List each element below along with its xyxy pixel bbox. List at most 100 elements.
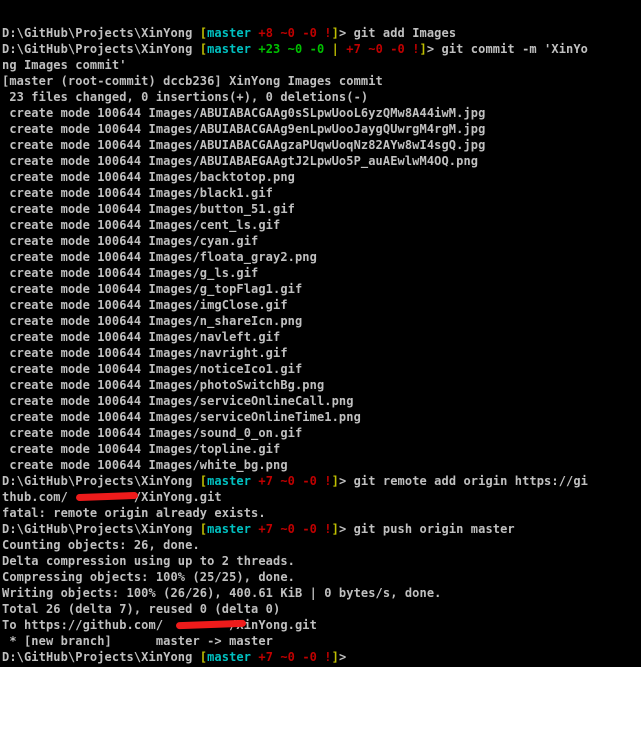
console-line: Delta compression using up to 2 threads. <box>2 553 641 569</box>
console-text-segment: create mode 100644 Images/ABUIABAEGAAgtJ… <box>2 154 479 168</box>
console-line: create mode 100644 Images/cyan.gif <box>2 233 641 249</box>
console-text-segment: [ <box>199 26 208 40</box>
console-text-segment: ] <box>331 522 339 536</box>
console-line: create mode 100644 Images/ABUIABAEGAAgtJ… <box>2 153 641 169</box>
console-line: create mode 100644 Images/imgClose.gif <box>2 297 641 313</box>
console-text-segment: > git remote add origin https://gi <box>338 474 588 488</box>
console-text-segment: +23 ~0 -0 <box>258 42 332 56</box>
console-line: create mode 100644 Images/n_shareIcn.png <box>2 313 641 329</box>
console-text-segment: fatal: remote origin already exists. <box>2 506 266 520</box>
console-text-segment: Writing objects: 100% (26/26), 400.61 Ki… <box>2 586 442 600</box>
console-text-segment: master <box>207 522 259 536</box>
console-line: create mode 100644 Images/white_bg.png <box>2 457 641 473</box>
console-text-segment: ! <box>324 26 332 40</box>
console-window[interactable]: D:\GitHub\Projects\XinYong [master +8 ~0… <box>0 0 641 735</box>
console-text-segment: create mode 100644 Images/ABUIABACGAAg9e… <box>2 122 486 136</box>
console-line: ng Images commit' <box>2 57 641 73</box>
console-text-segment: ] <box>419 42 427 56</box>
console-text-segment: +7 ~0 -0 ! <box>258 474 332 488</box>
console-text-segment: create mode 100644 Images/noticeIco1.gif <box>2 362 303 376</box>
console-text-segment: [master (root-commit) dccb236] XinYong I… <box>2 74 383 88</box>
console-text-segment: create mode 100644 Images/backtotop.png <box>2 170 295 184</box>
console-text-segment: Counting objects: 26, done. <box>2 538 200 552</box>
console-line: Total 26 (delta 7), reused 0 (delta 0) <box>2 601 641 617</box>
console-text-segment: [ <box>199 650 208 664</box>
console-text-segment: master <box>207 26 259 40</box>
console-line: create mode 100644 Images/serviceOnlineC… <box>2 393 641 409</box>
console-text-segment: create mode 100644 Images/navleft.gif <box>2 330 281 344</box>
console-line: D:\GitHub\Projects\XinYong [master +7 ~0… <box>2 473 641 489</box>
console-text-segment: create mode 100644 Images/ABUIABACGAAgza… <box>2 138 486 152</box>
console-text-segment: master <box>207 474 259 488</box>
console-text-segment: create mode 100644 Images/navright.gif <box>2 346 288 360</box>
console-line: create mode 100644 Images/black1.gif <box>2 185 641 201</box>
console-text-segment: [ <box>199 474 208 488</box>
console-text-segment: create mode 100644 Images/cent_ls.gif <box>2 218 281 232</box>
console-text-segment: Total 26 (delta 7), reused 0 (delta 0) <box>2 602 281 616</box>
console-line: Counting objects: 26, done. <box>2 537 641 553</box>
console-text-segment: ng Images commit' <box>2 58 127 72</box>
console-text-segment: Compressing objects: 100% (25/25), done. <box>2 570 295 584</box>
console-line: create mode 100644 Images/topline.gif <box>2 441 641 457</box>
console-text-segment: create mode 100644 Images/photoSwitchBg.… <box>2 378 325 392</box>
console-text-segment: D:\GitHub\Projects\XinYong <box>2 522 200 536</box>
console-text-segment: 23 files changed, 0 insertions(+), 0 del… <box>2 90 369 104</box>
console-text-segment: ] <box>331 474 339 488</box>
console-text-segment: > git push origin master <box>338 522 515 536</box>
console-line: create mode 100644 Images/floata_gray2.p… <box>2 249 641 265</box>
console-text-segment: create mode 100644 Images/ABUIABACGAAg0s… <box>2 106 486 120</box>
console-line: create mode 100644 Images/cent_ls.gif <box>2 217 641 233</box>
console-line: * [new branch] master -> master <box>2 633 641 649</box>
console-text-segment: | <box>331 42 347 56</box>
console-line: create mode 100644 Images/backtotop.png <box>2 169 641 185</box>
console-text-segment: D:\GitHub\Projects\XinYong <box>2 42 200 56</box>
console-line: fatal: remote origin already exists. <box>2 505 641 521</box>
console-line: create mode 100644 Images/photoSwitchBg.… <box>2 377 641 393</box>
console-text-segment: ] <box>331 26 339 40</box>
console-text-segment: create mode 100644 Images/floata_gray2.p… <box>2 250 317 264</box>
console-text-segment: create mode 100644 Images/button_51.gif <box>2 202 295 216</box>
console-line: To https://github.com/ /XinYong.git <box>2 617 641 633</box>
console-text-segment: create mode 100644 Images/imgClose.gif <box>2 298 288 312</box>
console-text-segment: create mode 100644 Images/n_shareIcn.png <box>2 314 303 328</box>
console-text-segment: +7 ~0 -0 ! <box>346 42 420 56</box>
console-text-segment: > git add Images <box>338 26 457 40</box>
console-output[interactable]: D:\GitHub\Projects\XinYong [master +8 ~0… <box>2 25 641 665</box>
console-line: create mode 100644 Images/navleft.gif <box>2 329 641 345</box>
console-line: create mode 100644 Images/ABUIABACGAAgza… <box>2 137 641 153</box>
console-line: create mode 100644 Images/ABUIABACGAAg9e… <box>2 121 641 137</box>
console-line: Compressing objects: 100% (25/25), done. <box>2 569 641 585</box>
console-line: 23 files changed, 0 insertions(+), 0 del… <box>2 89 641 105</box>
console-text-segment: create mode 100644 Images/g_topFlag1.gif <box>2 282 303 296</box>
empty-console-area <box>0 667 641 735</box>
console-text-segment: create mode 100644 Images/white_bg.png <box>2 458 288 472</box>
console-text-segment: create mode 100644 Images/g_ls.gif <box>2 266 259 280</box>
console-line: D:\GitHub\Projects\XinYong [master +8 ~0… <box>2 25 641 41</box>
console-text-segment: D:\GitHub\Projects\XinYong <box>2 474 200 488</box>
console-line: Writing objects: 100% (26/26), 400.61 Ki… <box>2 585 641 601</box>
console-text-segment: * [new branch] master -> master <box>2 634 274 648</box>
console-line: create mode 100644 Images/g_ls.gif <box>2 265 641 281</box>
console-text-segment: master <box>207 42 259 56</box>
console-text-segment: create mode 100644 Images/black1.gif <box>2 186 274 200</box>
console-text-segment: Delta compression using up to 2 threads. <box>2 554 295 568</box>
console-text-segment: > git commit -m 'XinYo <box>426 42 589 56</box>
console-text-segment: create mode 100644 Images/serviceOnlineT… <box>2 410 361 424</box>
console-line: create mode 100644 Images/g_topFlag1.gif <box>2 281 641 297</box>
console-line: D:\GitHub\Projects\XinYong [master +7 ~0… <box>2 649 641 665</box>
console-text-segment: [ <box>199 42 208 56</box>
console-line: [master (root-commit) dccb236] XinYong I… <box>2 73 641 89</box>
console-text-segment: D:\GitHub\Projects\XinYong <box>2 26 200 40</box>
console-line: D:\GitHub\Projects\XinYong [master +23 ~… <box>2 41 641 57</box>
console-line: create mode 100644 Images/sound_0_on.gif <box>2 425 641 441</box>
console-line: create mode 100644 Images/noticeIco1.gif <box>2 361 641 377</box>
console-text-segment: +7 ~0 -0 ! <box>258 522 332 536</box>
console-text-segment: [ <box>199 522 208 536</box>
console-text-segment: D:\GitHub\Projects\XinYong <box>2 650 200 664</box>
console-text-segment: To https://github.com/ /XinYong.git <box>2 618 317 632</box>
console-text-segment: create mode 100644 Images/serviceOnlineC… <box>2 394 354 408</box>
console-line: D:\GitHub\Projects\XinYong [master +7 ~0… <box>2 521 641 537</box>
console-text-segment: create mode 100644 Images/sound_0_on.gif <box>2 426 303 440</box>
console-text-segment: +7 ~0 -0 ! <box>258 650 332 664</box>
console-line: create mode 100644 Images/ABUIABACGAAg0s… <box>2 105 641 121</box>
